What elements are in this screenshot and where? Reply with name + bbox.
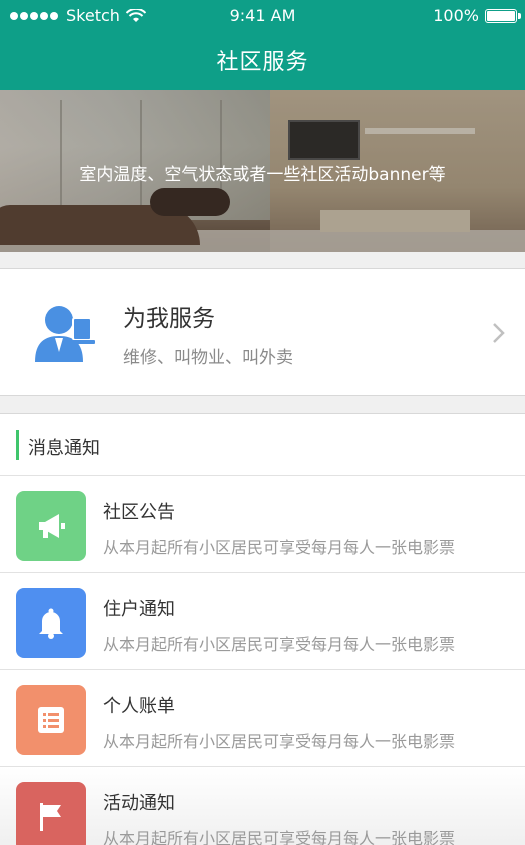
notice-item-activity[interactable]: 活动通知 从本月起所有小区居民可享受每月每人一张电影票 <box>0 767 525 845</box>
notice-icon-box <box>16 782 86 845</box>
battery-icon <box>485 8 521 23</box>
notice-desc: 从本月起所有小区居民可享受每月每人一张电影票 <box>103 829 456 845</box>
flag-icon <box>40 803 61 831</box>
notice-icon-box <box>16 685 86 755</box>
service-subtitle: 维修、叫物业、叫外卖 <box>123 348 293 368</box>
notice-item-bill[interactable]: 个人账单 从本月起所有小区居民可享受每月每人一张电影票 <box>0 670 525 767</box>
section-title: 消息通知 <box>28 438 100 459</box>
megaphone-icon <box>39 514 65 538</box>
notices-section: 消息通知 社区公告 从本月起所有小区居民可享受每月每人一张电影票 住户通知 从本… <box>0 413 525 845</box>
bell-icon <box>39 608 63 639</box>
chevron-right-icon <box>493 323 505 343</box>
page-title: 社区服务 <box>216 50 309 75</box>
notice-title: 社区公告 <box>103 502 175 523</box>
battery-info: 100% <box>433 6 521 25</box>
banner[interactable]: 室内温度、空气状态或者一些社区活动banner等 <box>0 90 525 252</box>
service-card[interactable]: 为我服务 维修、叫物业、叫外卖 <box>0 268 525 396</box>
banner-text: 室内温度、空气状态或者一些社区活动banner等 <box>79 165 446 185</box>
notice-desc: 从本月起所有小区居民可享受每月每人一张电影票 <box>103 635 456 654</box>
notice-title: 住户通知 <box>103 599 175 620</box>
bill-icon <box>38 707 64 733</box>
section-accent-bar <box>16 430 19 460</box>
notice-title: 活动通知 <box>103 793 175 814</box>
notice-item-resident[interactable]: 住户通知 从本月起所有小区居民可享受每月每人一张电影票 <box>0 573 525 670</box>
notice-title: 个人账单 <box>103 696 175 717</box>
service-title: 为我服务 <box>123 306 215 332</box>
section-header: 消息通知 <box>0 414 525 476</box>
customer-service-icon <box>35 306 95 362</box>
notice-icon-box <box>16 491 86 561</box>
app-header: Sketch 9:41 AM 100% 社区服务 <box>0 0 525 90</box>
notice-desc: 从本月起所有小区居民可享受每月每人一张电影票 <box>103 732 456 751</box>
notice-item-community[interactable]: 社区公告 从本月起所有小区居民可享受每月每人一张电影票 <box>0 476 525 573</box>
notice-icon-box <box>16 588 86 658</box>
battery-label: 100% <box>433 6 479 25</box>
notice-desc: 从本月起所有小区居民可享受每月每人一张电影票 <box>103 538 456 557</box>
status-bar: Sketch 9:41 AM 100% <box>0 0 525 32</box>
